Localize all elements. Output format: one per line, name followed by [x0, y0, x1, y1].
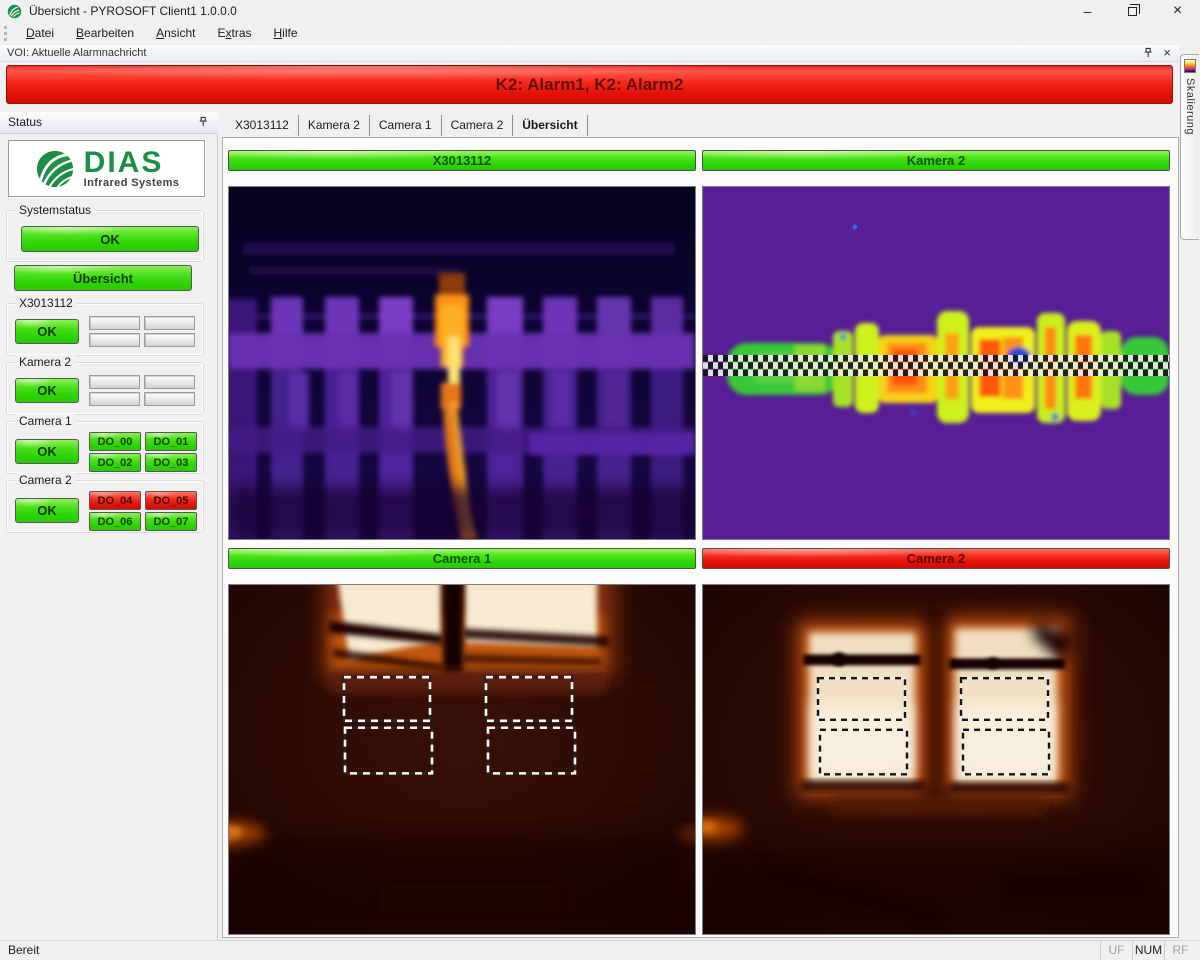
camera1-ok-button[interactable]: OK	[15, 439, 79, 464]
thermal-image-camera1[interactable]	[228, 584, 696, 935]
sidebar-header: Status	[0, 112, 218, 134]
menu-datei[interactable]: Datei	[15, 23, 65, 43]
color-scale-icon	[1184, 59, 1196, 73]
indicator-rf: RF	[1164, 941, 1196, 960]
camera-alarm-header[interactable]: Camera 2	[702, 548, 1170, 569]
thermal-scene-window2	[703, 585, 1169, 934]
tab-x3013112[interactable]: X3013112	[226, 115, 299, 136]
restore-button[interactable]	[1110, 0, 1155, 22]
indicator-uf: UF	[1100, 941, 1132, 960]
dias-logo-icon	[34, 148, 76, 190]
alarm-panel: VOI: Aktuelle Alarmnachricht × K2: Alarm…	[0, 45, 1179, 110]
output-indicator	[144, 392, 195, 406]
group-label: Camera 2	[15, 473, 76, 487]
alarm-panel-header: VOI: Aktuelle Alarmnachricht ×	[0, 45, 1179, 62]
do-07-button[interactable]: DO_07	[145, 512, 197, 531]
tab-skalierung[interactable]: Skalierung	[1180, 54, 1199, 240]
alarm-panel-title: VOI: Aktuelle Alarmnachricht	[7, 47, 146, 59]
do-04-button[interactable]: DO_04	[89, 491, 141, 510]
title-bar: Übersicht - PYROSOFT Client1 1.0.0.0 – ×	[0, 0, 1200, 22]
menu-bar: Datei Bearbeiten Ansicht Extras Hilfe	[0, 22, 1200, 44]
skalierung-label: Skalierung	[1184, 78, 1196, 135]
output-indicator	[144, 316, 195, 330]
menu-ansicht[interactable]: Ansicht	[145, 23, 206, 43]
do-05-button[interactable]: DO_05	[145, 491, 197, 510]
indicator-num: NUM	[1132, 941, 1164, 960]
alarm-banner[interactable]: K2: Alarm1, K2: Alarm2	[6, 65, 1173, 104]
group-label: Kamera 2	[15, 355, 75, 369]
output-indicator	[89, 316, 140, 330]
do-03-button[interactable]: DO_03	[145, 453, 197, 472]
overview-view: X3013112	[222, 137, 1179, 938]
brand-name: DIAS	[84, 149, 180, 177]
group-kamera2: Kamera 2 OK	[6, 362, 204, 415]
output-indicator	[89, 375, 140, 389]
do-06-button[interactable]: DO_06	[89, 512, 141, 531]
close-panel-icon[interactable]: ×	[1163, 46, 1171, 59]
camera-status-header[interactable]: Camera 1	[228, 548, 696, 569]
output-indicator	[89, 333, 140, 347]
output-indicator	[144, 333, 195, 347]
x3013112-ok-button[interactable]: OK	[15, 319, 79, 344]
pyrosoft-window: Übersicht - PYROSOFT Client1 1.0.0.0 – ×…	[0, 0, 1200, 960]
sidebar-title: Status	[8, 115, 42, 129]
status-sidebar: Status DIAS Infrared Systems Systemstatu…	[0, 112, 218, 940]
app-icon	[7, 4, 22, 19]
status-ready: Bereit	[8, 943, 39, 957]
camera-status-header[interactable]: Kamera 2	[702, 150, 1170, 171]
restore-icon	[1128, 7, 1137, 16]
kamera2-ok-button[interactable]: OK	[15, 378, 79, 403]
tab-camera1[interactable]: Camera 1	[370, 115, 442, 136]
thermal-image-x3013112[interactable]	[228, 186, 696, 540]
thermal-image-camera2[interactable]	[702, 584, 1170, 935]
status-bar: Bereit UF NUM RF	[0, 940, 1200, 960]
pin-icon[interactable]	[1142, 47, 1153, 59]
menu-extras[interactable]: Extras	[206, 23, 262, 43]
tab-kamera2[interactable]: Kamera 2	[299, 115, 370, 136]
group-x3013112: X3013112 OK	[6, 303, 204, 356]
group-label: X3013112	[15, 296, 77, 310]
do-02-button[interactable]: DO_02	[89, 453, 141, 472]
brand-subtitle: Infrared Systems	[84, 177, 180, 189]
camera2-ok-button[interactable]: OK	[15, 498, 79, 523]
minimize-button[interactable]: –	[1065, 0, 1110, 22]
menu-bearbeiten[interactable]: Bearbeiten	[65, 23, 145, 43]
thermal-scene-window1	[229, 585, 695, 934]
view-tabstrip: X3013112 Kamera 2 Camera 1 Camera 2 Über…	[226, 114, 588, 136]
output-indicator	[144, 375, 195, 389]
systemstatus-ok-button[interactable]: OK	[21, 226, 199, 252]
window-title: Übersicht - PYROSOFT Client1 1.0.0.0	[29, 4, 237, 18]
group-camera1: Camera 1 OK DO_00 DO_01 DO_02 DO_03	[6, 421, 204, 474]
thermal-scene-busbars	[229, 187, 695, 539]
dias-logo: DIAS Infrared Systems	[8, 140, 205, 197]
tab-camera2[interactable]: Camera 2	[442, 115, 514, 136]
group-camera2: Camera 2 OK DO_04 DO_05 DO_06 DO_07	[6, 480, 204, 533]
tab-uebersicht[interactable]: Übersicht	[513, 115, 587, 136]
close-button[interactable]: ×	[1155, 0, 1200, 22]
group-label: Camera 1	[15, 414, 76, 428]
uebersicht-button[interactable]: Übersicht	[14, 265, 192, 291]
camera-status-header[interactable]: X3013112	[228, 150, 696, 171]
menu-hilfe[interactable]: Hilfe	[263, 23, 309, 43]
do-01-button[interactable]: DO_01	[145, 432, 197, 451]
thermal-image-kamera2[interactable]	[702, 186, 1170, 540]
thermal-scene-crankshaft	[703, 187, 1169, 539]
output-indicator	[89, 392, 140, 406]
group-label: Systemstatus	[15, 203, 95, 217]
do-00-button[interactable]: DO_00	[89, 432, 141, 451]
alarm-message: K2: Alarm1, K2: Alarm2	[496, 75, 684, 95]
pin-icon[interactable]	[197, 116, 208, 128]
group-systemstatus: Systemstatus OK	[6, 210, 204, 262]
measurement-line-band	[703, 355, 1169, 376]
toolbar-grip	[4, 26, 7, 41]
